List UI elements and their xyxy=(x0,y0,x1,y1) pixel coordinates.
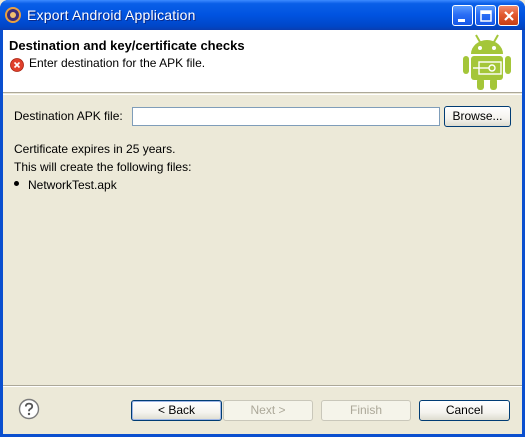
browse-button[interactable]: Browse... xyxy=(444,106,511,127)
header-separator xyxy=(3,94,522,95)
maximize-icon xyxy=(480,10,492,22)
list-bullet xyxy=(14,181,19,186)
cancel-button[interactable]: Cancel xyxy=(419,400,510,421)
maximize-button[interactable] xyxy=(475,5,496,26)
android-robot-icon xyxy=(463,34,511,90)
close-icon xyxy=(504,11,514,21)
minimize-icon xyxy=(458,19,465,22)
destination-label: Destination APK file: xyxy=(14,109,123,123)
back-button[interactable]: < Back xyxy=(131,400,222,421)
certificate-expiry-text: Certificate expires in 25 years. xyxy=(14,142,176,156)
title-bar[interactable]: Export Android Application xyxy=(0,0,525,30)
footer-separator-highlight xyxy=(3,386,522,387)
dialog-client-area: Destination and key/certificate checks E… xyxy=(3,30,522,434)
window-title: Export Android Application xyxy=(27,7,196,23)
page-title: Destination and key/certificate checks xyxy=(9,38,245,53)
next-button[interactable]: Next > xyxy=(223,400,313,421)
files-heading: This will create the following files: xyxy=(14,160,192,174)
error-icon xyxy=(10,58,24,72)
wizard-header: Destination and key/certificate checks E… xyxy=(3,30,522,93)
help-icon[interactable] xyxy=(18,398,40,420)
eclipse-app-icon xyxy=(5,7,21,23)
finish-button[interactable]: Finish xyxy=(321,400,411,421)
file-list-item: NetworkTest.apk xyxy=(28,178,117,192)
export-dialog-window: Export Android Application Destination a… xyxy=(0,0,525,437)
close-button[interactable] xyxy=(498,5,519,26)
destination-apk-input[interactable] xyxy=(132,107,440,126)
header-message: Enter destination for the APK file. xyxy=(29,56,206,70)
minimize-button[interactable] xyxy=(452,5,473,26)
